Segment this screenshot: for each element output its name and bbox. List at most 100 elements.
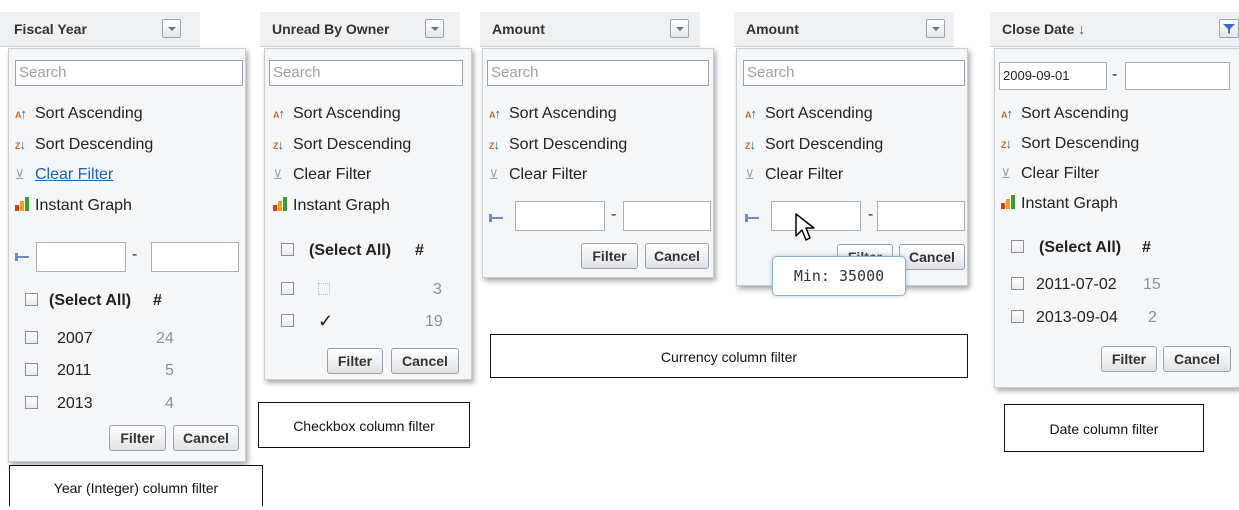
chevron-down-icon (932, 27, 940, 31)
list-item[interactable]: 2011-07-02 15 (1011, 276, 1231, 296)
instant-graph-item[interactable]: Instant Graph (15, 197, 132, 215)
clear-filter-label: Clear Filter (1021, 165, 1100, 182)
sort-descending-item[interactable]: Z↓ Sort Descending (745, 136, 883, 154)
column-header-unread-by-owner[interactable]: Unread By Owner (260, 12, 460, 47)
row-checkbox[interactable] (1011, 310, 1024, 323)
range-max-input[interactable] (151, 242, 239, 272)
row-checkbox[interactable] (25, 396, 38, 409)
column-header-amount[interactable]: Amount (734, 12, 954, 47)
range-max-input[interactable] (623, 201, 711, 231)
clear-filter-label: Clear Filter (765, 166, 844, 183)
bar-chart-icon (1001, 195, 1017, 209)
fiscal-year-filter-panel: Fiscal Year Search A↑ Sort Ascending Z↓ So… (0, 12, 252, 462)
range-min-input[interactable] (36, 242, 126, 272)
sort-descending-item[interactable]: Z↓ Sort Descending (489, 136, 627, 154)
filter-button[interactable]: Filter (327, 348, 383, 374)
sort-ascending-label: Sort Ascending (1021, 105, 1129, 122)
row-checkbox[interactable] (281, 314, 294, 327)
clear-filter-item[interactable]: ⊻ Clear Filter (15, 166, 113, 184)
range-separator: - (611, 206, 617, 223)
caption-text: Date column filter (1049, 421, 1159, 437)
clear-filter-link[interactable]: Clear Filter (35, 166, 113, 183)
range-max-input[interactable] (877, 201, 965, 231)
row-label: 2013-09-04 (1036, 309, 1118, 326)
cancel-button[interactable]: Cancel (391, 348, 459, 374)
column-menu-button[interactable] (670, 19, 689, 38)
cancel-button[interactable]: Cancel (899, 244, 965, 270)
select-all-row[interactable]: (Select All) # (1011, 239, 1231, 259)
mouse-pointer-icon (795, 213, 815, 241)
filter-button[interactable]: Filter (109, 425, 166, 451)
select-all-checkbox[interactable] (25, 293, 38, 306)
funnel-icon (1223, 24, 1235, 34)
range-min-input[interactable] (515, 201, 605, 231)
select-all-checkbox[interactable] (281, 243, 294, 256)
clear-filter-item[interactable]: ⊻ Clear Filter (1001, 165, 1099, 183)
cancel-button[interactable]: Cancel (645, 243, 709, 269)
column-menu-button[interactable] (162, 19, 181, 38)
sort-ascending-icon: A↑ (1001, 106, 1013, 121)
column-header-amount[interactable]: Amount (480, 12, 700, 47)
filter-menu: Search A↑ Sort Ascending Z↓ Sort Descendin… (264, 48, 472, 380)
date-to-input[interactable] (1125, 62, 1230, 90)
list-item[interactable]: 3 (281, 281, 461, 301)
clear-filter-icon: ⊻ (745, 167, 755, 182)
clear-filter-item[interactable]: ⊻ Clear Filter (745, 166, 843, 184)
sort-descending-item[interactable]: Z↓ Sort Descending (1001, 135, 1139, 153)
instant-graph-item[interactable]: Instant Graph (273, 197, 390, 215)
chevron-down-icon (431, 27, 439, 31)
search-input[interactable]: Search (15, 60, 243, 86)
row-label: 2007 (57, 330, 93, 347)
select-all-row[interactable]: (Select All) # (281, 242, 461, 262)
cancel-button[interactable]: Cancel (1163, 346, 1231, 372)
sort-ascending-item[interactable]: A↑ Sort Ascending (745, 105, 873, 123)
sort-descending-item[interactable]: Z↓ Sort Descending (273, 136, 411, 154)
row-label: 2011-07-02 (1036, 276, 1117, 293)
sort-descending-label: Sort Descending (35, 136, 154, 153)
row-label: 2011 (57, 362, 92, 379)
cancel-button[interactable]: Cancel (173, 425, 239, 451)
search-input[interactable]: Search (743, 60, 965, 86)
row-checkbox[interactable] (1011, 277, 1024, 290)
list-item[interactable]: 2007 24 (25, 330, 235, 350)
search-input[interactable]: Search (269, 60, 463, 86)
row-checkbox[interactable] (281, 282, 294, 295)
column-menu-button[interactable] (926, 19, 945, 38)
column-menu-button[interactable] (425, 19, 444, 38)
row-checkbox[interactable] (25, 331, 38, 344)
list-item[interactable]: 2013 4 (25, 395, 235, 415)
sort-descending-icon: Z↓ (15, 137, 26, 152)
column-header-fiscal-year[interactable]: Fiscal Year (0, 12, 200, 47)
sort-ascending-item[interactable]: A↑ Sort Ascending (273, 105, 401, 123)
row-checkbox[interactable] (25, 363, 38, 376)
sort-descending-item[interactable]: Z↓ Sort Descending (15, 136, 153, 154)
sort-indicator-icon: ↓ (1078, 21, 1086, 37)
sort-descending-icon: Z↓ (273, 137, 284, 152)
range-icon (745, 214, 759, 222)
sort-ascending-item[interactable]: A↑ Sort Ascending (489, 105, 617, 123)
clear-filter-item[interactable]: ⊻ Clear Filter (273, 166, 371, 184)
list-item[interactable]: 2011 5 (25, 362, 235, 382)
select-all-checkbox[interactable] (1011, 240, 1024, 253)
instant-graph-label: Instant Graph (293, 197, 390, 214)
unread-by-owner-filter-panel: Unread By Owner Search A↑ Sort Ascending … (260, 12, 474, 382)
clear-filter-icon: ⊻ (273, 167, 283, 182)
list-item[interactable]: ✓ 19 (281, 311, 461, 333)
sort-descending-icon: Z↓ (1001, 136, 1012, 151)
row-label: 2013 (57, 395, 93, 412)
clear-filter-item[interactable]: ⊻ Clear Filter (489, 166, 587, 184)
range-separator: - (868, 206, 874, 223)
column-header-close-date[interactable]: Close Date ↓ (990, 12, 1239, 47)
instant-graph-item[interactable]: Instant Graph (1001, 195, 1118, 213)
filter-button[interactable]: Filter (1101, 346, 1157, 372)
select-all-row[interactable]: (Select All) # (25, 292, 235, 312)
search-input[interactable]: Search (487, 60, 709, 86)
count-header: # (153, 292, 162, 309)
column-menu-button[interactable] (1219, 19, 1239, 38)
sort-ascending-item[interactable]: A↑ Sort Ascending (15, 105, 143, 123)
filter-button[interactable]: Filter (581, 243, 638, 269)
list-item[interactable]: 2013-09-04 2 (1011, 309, 1231, 329)
sort-ascending-item[interactable]: A↑ Sort Ascending (1001, 105, 1129, 123)
date-from-input[interactable]: 2009-09-01 (999, 62, 1107, 90)
close-date-filter-panel: Close Date ↓ 2009-09-01 - A↑ Sort Ascendi… (990, 12, 1239, 412)
